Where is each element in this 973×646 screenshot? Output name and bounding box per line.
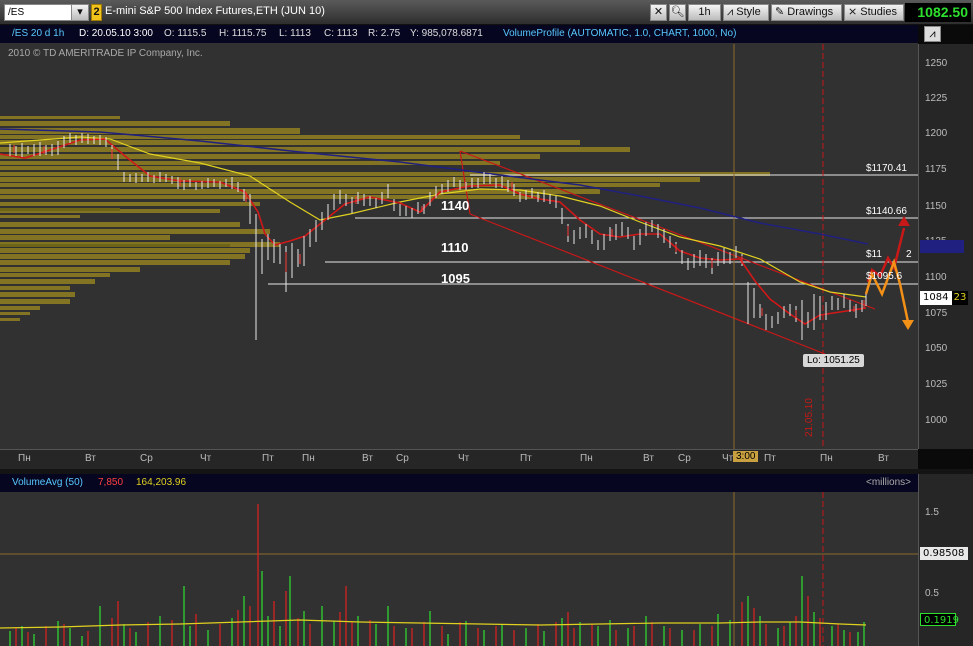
price-label-1110: $11: [866, 249, 882, 260]
studies-button[interactable]: ⨯ Studies: [844, 4, 904, 21]
time-label: Ср: [678, 453, 691, 464]
price-tick: 1200: [925, 128, 948, 139]
time-label: Ср: [396, 453, 409, 464]
time-label: Вт: [362, 453, 373, 464]
price-panel[interactable]: 2010 © TD AMERITRADE IP Company, Inc. 11…: [0, 44, 918, 449]
volume-units: <millions>: [866, 477, 912, 488]
volume-value-red: 7,850: [98, 477, 124, 488]
copyright-text: 2010 © TD AMERITRADE IP Company, Inc.: [8, 48, 203, 59]
style-button[interactable]: ⩘ Style: [723, 4, 769, 21]
volume-profile-highlights: [0, 208, 230, 247]
volume-chart-svg: [0, 492, 918, 646]
style-label: Style: [736, 6, 761, 18]
studies-icon: ⨯: [848, 6, 861, 18]
time-label: Пт: [520, 453, 532, 464]
level-label-1140: 1140: [441, 198, 470, 213]
time-label: Пн: [580, 453, 593, 464]
price-label-1110-tail: 2: [906, 249, 912, 260]
bar-countdown: 23: [952, 291, 968, 305]
studies-label: Studies: [860, 6, 897, 18]
magnifier-icon[interactable]: 🔍︎: [669, 4, 686, 21]
toolbar: /ES ▾ 2 E-mini S&P 500 Index Futures,ETH…: [0, 0, 973, 25]
crosshair-icon[interactable]: ✕: [650, 4, 667, 21]
price-tick: 1175: [925, 164, 947, 175]
price-tick: 1100: [925, 272, 947, 283]
volume-panel[interactable]: [0, 492, 918, 646]
bar-low: L: 1113: [279, 28, 311, 39]
volume-scale[interactable]: 1.5 1 0.5 0.98508 0.1919: [918, 474, 973, 646]
price-tick: 1250: [925, 58, 948, 69]
time-label: Пн: [820, 453, 833, 464]
time-label: Пн: [302, 453, 315, 464]
price-label-1140: $1140.66: [866, 206, 907, 217]
time-label: Пт: [764, 453, 776, 464]
vertical-date-label: 21.05.10: [804, 398, 815, 437]
volume-value-yellow: 164,203.96: [136, 477, 187, 488]
chart-settings-icon[interactable]: ⩘: [924, 26, 941, 42]
time-axis[interactable]: Пн Вт Ср Чт Пт Пн Вт Ср Чт Пт Пн Вт Ср Ч…: [0, 449, 918, 469]
time-label: Пн: [18, 453, 31, 464]
volume-tick: 1.5: [925, 507, 939, 518]
volume-avg-line: [0, 619, 867, 629]
price-label-1170: $1170.41: [866, 163, 907, 174]
link-number-badge[interactable]: 2: [91, 4, 102, 21]
price-tick: 1225: [925, 93, 948, 104]
price-label-1095: $1095.6: [866, 271, 903, 282]
volume-study-label[interactable]: VolumeAvg (50): [12, 474, 83, 492]
bar-range: R: 2.75: [368, 28, 401, 39]
style-icon: ⩘: [727, 6, 737, 18]
price-tick: 1050: [925, 343, 948, 354]
time-label: Пт: [262, 453, 274, 464]
price-tick: 1075: [925, 308, 948, 319]
time-label: Ср: [140, 453, 153, 464]
price-tick: 1000: [925, 415, 948, 426]
level-label-1095: 1095: [441, 271, 470, 286]
chart-header: /ES 20 d 1h D: 20.05.10 3:00 O: 1115.5 H…: [0, 25, 918, 44]
price-tick: 1150: [925, 201, 947, 212]
time-label: Вт: [643, 453, 654, 464]
sma-long-scale-marker: [920, 240, 964, 253]
timeframe-button[interactable]: 1h: [688, 4, 721, 21]
time-label: Чт: [200, 453, 212, 464]
current-price-box: 1084: [920, 291, 952, 305]
drawings-button[interactable]: ✎ Drawings: [771, 4, 842, 21]
low-price-label: Lo: 1051.25: [803, 354, 864, 367]
last-price: 1082.50: [905, 3, 971, 22]
volume-bars-green: [9, 571, 865, 646]
instrument-title: E-mini S&P 500 Index Futures,ETH (JUN 10…: [105, 5, 325, 17]
time-marker-label: 3:00: [733, 451, 759, 462]
study-label[interactable]: VolumeProfile (AUTOMATIC, 1.0, CHART, 10…: [503, 25, 736, 43]
time-label: Чт: [722, 453, 734, 464]
volume-current-box: 0.1919: [920, 613, 959, 626]
bar-open: O: 1115.5: [164, 28, 207, 39]
bar-date: D: 20.05.10 3:00: [79, 28, 153, 39]
time-label: Вт: [878, 453, 889, 464]
price-scale[interactable]: 1250 1225 1200 1175 1150 1125 1100 1075 …: [918, 44, 973, 449]
symbol-dropdown-icon[interactable]: ▾: [71, 4, 89, 21]
time-label: Вт: [85, 453, 96, 464]
level-label-1110: 1110: [441, 240, 469, 255]
volume-header: VolumeAvg (50) 7,850 164,203.96 <million…: [0, 474, 918, 492]
volume-avg-box: 0.98508: [920, 547, 968, 560]
volume-tick: 0.5: [925, 588, 939, 599]
price-tick: 1025: [925, 379, 948, 390]
orange-arrow-head: [902, 320, 914, 330]
drawings-label: Drawings: [787, 6, 834, 18]
drawings-icon: ✎: [775, 6, 788, 18]
bar-high: H: 1115.75: [219, 28, 267, 39]
time-label: Чт: [458, 453, 470, 464]
chart-id[interactable]: /ES 20 d 1h: [12, 25, 64, 43]
bar-volume: Y: 985,078.6871: [410, 28, 483, 39]
bar-close: C: 1113: [324, 28, 358, 39]
